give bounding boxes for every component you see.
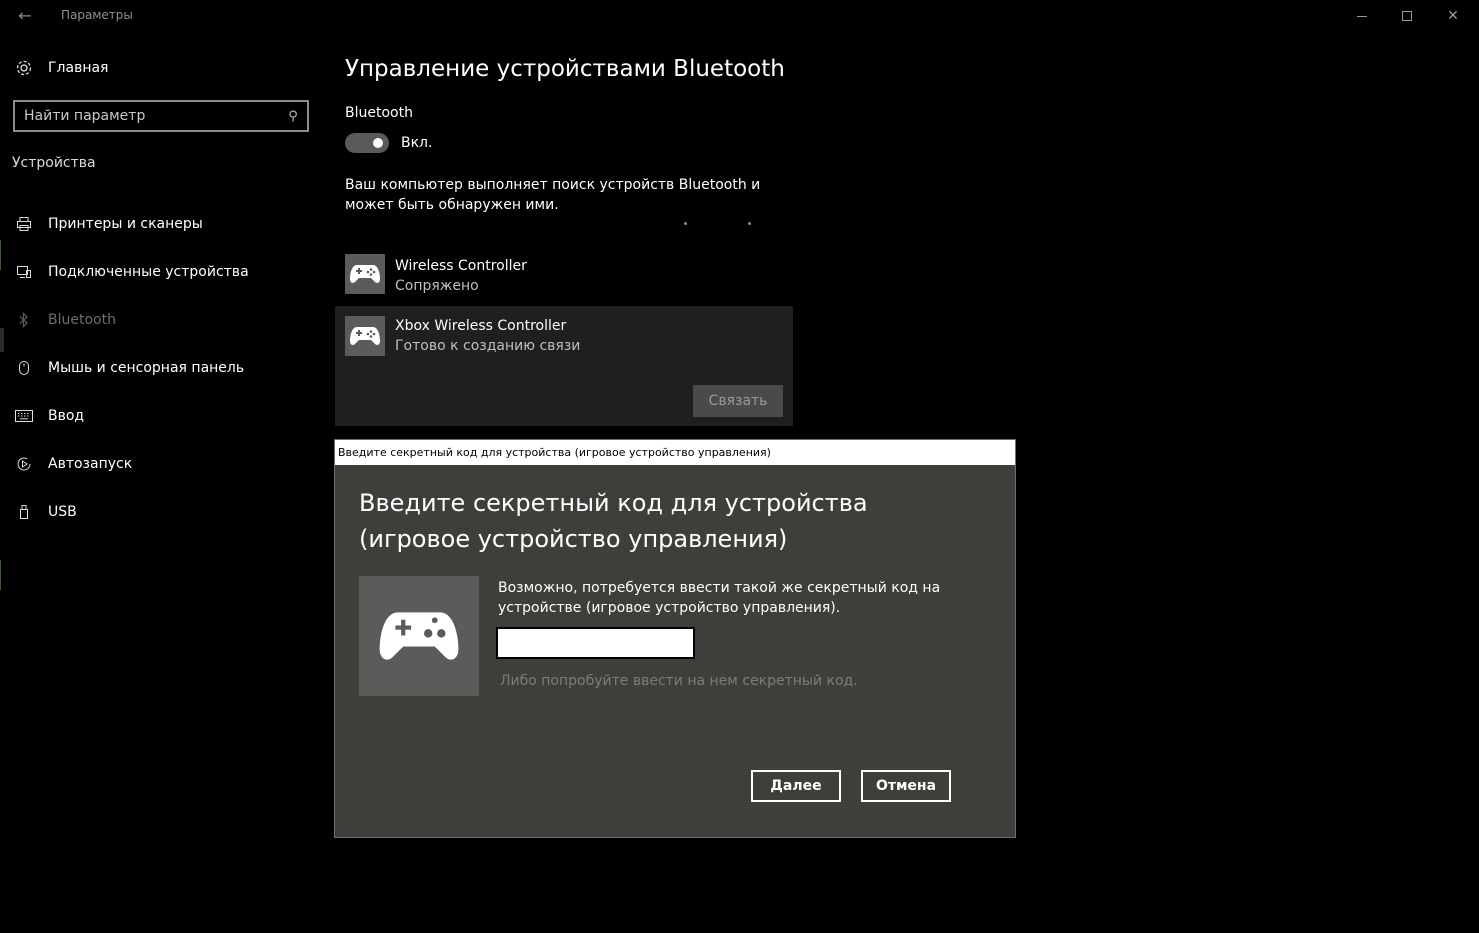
device-item-wireless-controller[interactable]: Wireless Controller Сопряжено (335, 254, 793, 304)
toggle-knob (373, 138, 383, 148)
device-status: Готово к созданию связи (395, 338, 581, 354)
maximize-button[interactable] (1384, 4, 1430, 28)
dialog-description: Возможно, потребуется ввести такой же се… (498, 580, 941, 616)
gamepad-icon (345, 254, 385, 294)
devices-icon (14, 262, 34, 282)
edge-decoration (0, 240, 1, 270)
back-arrow-icon: ← (18, 6, 32, 25)
search-icon[interactable]: ⚲ (279, 109, 307, 124)
sidebar-item-home[interactable]: Главная (14, 56, 108, 80)
device-name: Xbox Wireless Controller (395, 318, 567, 334)
device-status: Сопряжено (395, 278, 479, 294)
dialog-hint: Либо попробуйте ввести на нем секретный … (500, 673, 858, 689)
cancel-button[interactable]: Отмена (861, 770, 951, 802)
usb-icon (14, 502, 34, 522)
gamepad-icon (359, 576, 479, 696)
dialog-title-bar: Введите секретный код для устройства (иг… (335, 440, 1015, 465)
keyboard-icon (14, 406, 34, 426)
bluetooth-icon (14, 310, 34, 330)
minimize-icon (1357, 15, 1367, 17)
edge-decoration (0, 560, 1, 590)
sidebar-item-label: USB (48, 504, 77, 520)
mouse-icon (14, 358, 34, 378)
sidebar-item-autoplay[interactable]: Автозапуск (14, 440, 249, 488)
sidebar-item-label: Ввод (48, 408, 85, 424)
progress-dot (684, 222, 687, 225)
autoplay-icon (14, 454, 34, 474)
active-indicator (0, 328, 4, 352)
close-icon: ✕ (1447, 8, 1459, 24)
sidebar-item-label: Подключенные устройства (48, 264, 249, 280)
gamepad-icon (345, 316, 385, 356)
sidebar-item-connected-devices[interactable]: Подключенные устройства (14, 248, 249, 296)
minimize-button[interactable] (1339, 4, 1385, 28)
bluetooth-toggle[interactable] (345, 133, 389, 153)
sidebar-item-label: Мышь и сенсорная панель (48, 360, 245, 376)
sidebar-item-usb[interactable]: USB (14, 488, 249, 536)
bluetooth-label: Bluetooth (345, 105, 413, 121)
section-title: Устройства (12, 155, 96, 171)
maximize-icon (1402, 11, 1412, 21)
toggle-state-label: Вкл. (401, 135, 433, 151)
connect-button[interactable]: Связать (693, 385, 783, 417)
sidebar-item-mouse[interactable]: Мышь и сенсорная панель (14, 344, 249, 392)
sidebar-item-label: Главная (48, 60, 109, 76)
search-box: ⚲ (13, 100, 309, 132)
page-title: Управление устройствами Bluetooth (345, 56, 785, 82)
close-button[interactable]: ✕ (1430, 4, 1476, 28)
sidebar-item-label: Bluetooth (48, 312, 116, 328)
sidebar-nav: Принтеры и сканеры Подключенные устройст… (14, 200, 249, 536)
title-bar: ← Параметры ✕ (0, 0, 1479, 32)
next-button[interactable]: Далее (751, 770, 841, 802)
sidebar-item-label: Автозапуск (48, 456, 133, 472)
progress-dot (748, 222, 751, 225)
pin-code-input[interactable] (496, 627, 695, 659)
printer-icon (14, 214, 34, 234)
sidebar-item-printers[interactable]: Принтеры и сканеры (14, 200, 249, 248)
back-button[interactable]: ← (14, 6, 36, 26)
scan-status-text: Ваш компьютер выполняет поиск устройств … (345, 177, 761, 213)
sidebar-item-bluetooth[interactable]: Bluetooth (14, 296, 249, 344)
device-name: Wireless Controller (395, 258, 527, 274)
gear-icon (14, 58, 34, 78)
app-title: Параметры (61, 8, 133, 22)
device-item-xbox-wireless-controller[interactable]: Xbox Wireless Controller Готово к создан… (335, 306, 793, 426)
sidebar: Главная ⚲ Устройства Принтеры и сканеры … (0, 32, 330, 933)
sidebar-item-label: Принтеры и сканеры (48, 216, 203, 232)
sidebar-item-input[interactable]: Ввод (14, 392, 249, 440)
pairing-dialog: Введите секретный код для устройства (иг… (334, 439, 1016, 838)
dialog-heading: Введите секретный код для устройства (иг… (359, 489, 868, 553)
search-input[interactable] (15, 107, 279, 125)
